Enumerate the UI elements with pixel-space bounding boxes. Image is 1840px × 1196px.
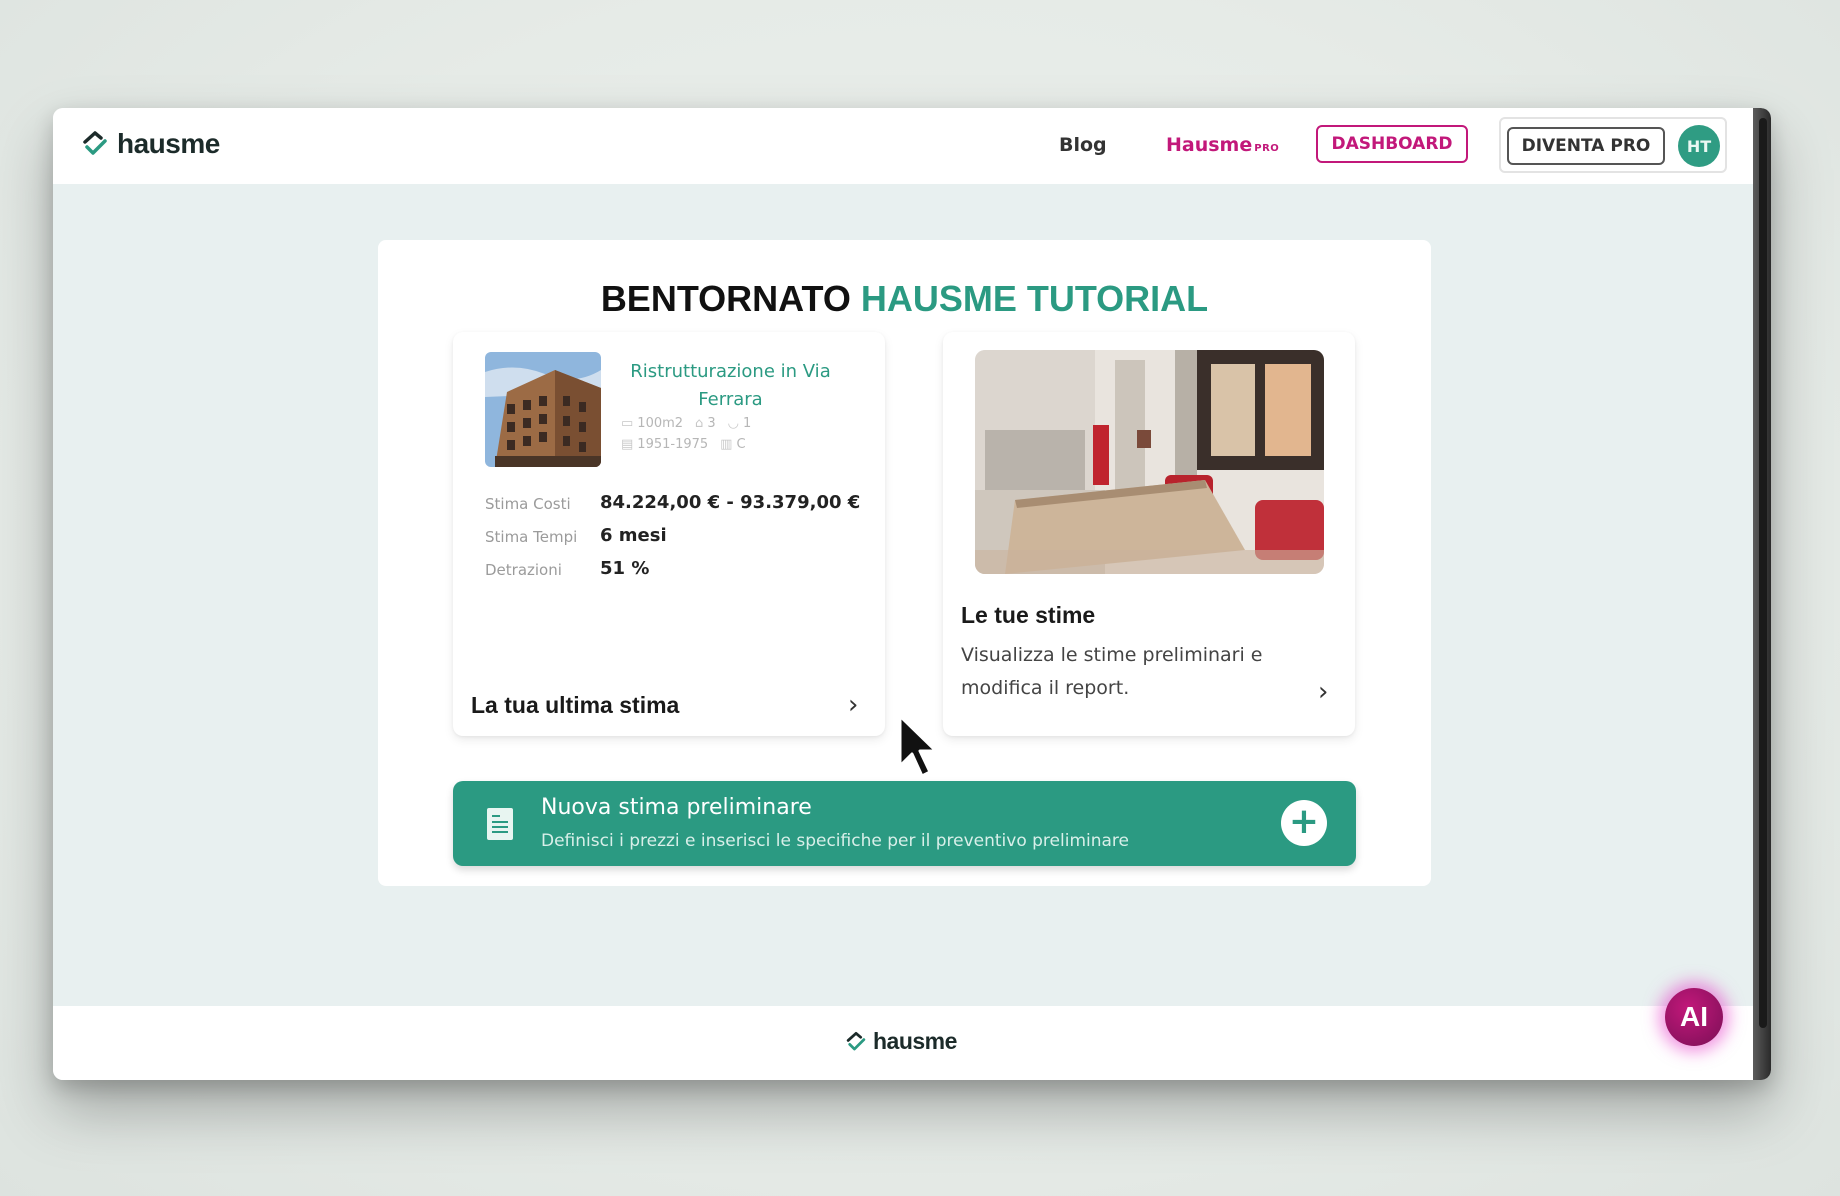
stat-label-costs: Stima Costi xyxy=(485,495,571,513)
header-logo[interactable]: hausme xyxy=(81,128,220,160)
bathtub-icon: ◡ xyxy=(727,416,739,431)
mouse-cursor-icon xyxy=(898,714,938,778)
new-estimate-button[interactable]: Nuova stima preliminare Definisci i prez… xyxy=(453,781,1356,866)
logo-text: hausme xyxy=(117,128,220,159)
years-value: 1951-1975 xyxy=(637,437,709,452)
energy-class-value: C xyxy=(736,437,746,452)
chevron-right-icon[interactable]: › xyxy=(848,690,858,720)
stat-value-costs: 84.224,00 € - 93.379,00 € xyxy=(600,492,861,513)
stat-value-deductions: 51 % xyxy=(600,558,650,579)
document-icon xyxy=(487,808,513,840)
your-estimates-description: Visualizza le stime preliminari e modifi… xyxy=(961,644,1263,699)
area-icon: ▭ xyxy=(621,416,634,431)
calendar-icon: ▤ xyxy=(621,437,634,452)
your-estimates-heading: Le tue stime xyxy=(961,602,1096,628)
building-icon: ▥ xyxy=(720,437,733,452)
welcome-panel: BENTORNATO HAUSME TUTORIAL Ristrutturazi… xyxy=(378,240,1431,886)
stat-label-deductions: Detrazioni xyxy=(485,561,562,579)
bathrooms-value: 1 xyxy=(742,416,752,431)
building-thumbnail xyxy=(485,352,601,467)
ai-assistant-button[interactable]: AI xyxy=(1665,988,1723,1046)
stat-value-time: 6 mesi xyxy=(600,525,667,546)
new-estimate-title: Nuova stima preliminare xyxy=(541,795,812,820)
last-estimate-link[interactable]: La tua ultima stima xyxy=(471,692,679,719)
nav-link-hausme-pro[interactable]: Hausme PRO xyxy=(1166,134,1279,156)
home-icon: ⌂ xyxy=(695,416,704,431)
project-title[interactable]: Ristrutturazione in Via Ferrara xyxy=(613,358,848,414)
stat-label-time: Stima Tempi xyxy=(485,528,578,546)
hausme-logo-icon xyxy=(83,131,107,155)
nav-link-hausme-pro-label: Hausme xyxy=(1166,134,1253,156)
user-avatar[interactable]: HT xyxy=(1678,125,1720,167)
footer: hausme xyxy=(53,1006,1753,1080)
page-title: BENTORNATO HAUSME TUTORIAL xyxy=(378,278,1431,320)
welcome-username: HAUSME TUTORIAL xyxy=(860,278,1209,319)
property-specs-row-1: ▭ 100m2 ⌂ 3 ◡ 1 xyxy=(621,416,751,431)
your-estimates-card[interactable]: Le tue stime Visualizza le stime prelimi… xyxy=(943,332,1355,736)
plus-icon[interactable]: + xyxy=(1281,800,1327,846)
dashboard-button[interactable]: DASHBOARD xyxy=(1316,125,1468,163)
footer-logo-text: hausme xyxy=(873,1028,957,1054)
become-pro-button[interactable]: DIVENTA PRO xyxy=(1507,127,1665,165)
top-navbar: hausme Blog Hausme PRO DASHBOARD DIVENTA … xyxy=(53,108,1753,184)
browser-window: hausme Blog Hausme PRO DASHBOARD DIVENTA … xyxy=(53,108,1771,1080)
property-specs-row-2: ▤ 1951-1975 ▥ C xyxy=(621,437,746,452)
scrollbar-thumb[interactable] xyxy=(1759,118,1767,1028)
hausme-logo-icon xyxy=(846,1031,866,1050)
window-edge xyxy=(1753,108,1771,1080)
area-value: 100m2 xyxy=(637,416,684,431)
last-estimate-card[interactable]: Ristrutturazione in Via Ferrara ▭ 100m2 ⌂… xyxy=(453,332,885,736)
nav-link-blog[interactable]: Blog xyxy=(1059,134,1107,156)
welcome-prefix: BENTORNATO xyxy=(600,278,851,319)
user-controls: DIVENTA PRO HT xyxy=(1499,117,1727,173)
living-room-image xyxy=(975,350,1324,574)
new-estimate-subtitle: Definisci i prezzi e inserisci le specif… xyxy=(541,831,1129,851)
rooms-value: 3 xyxy=(707,416,716,431)
pro-superscript: PRO xyxy=(1254,143,1280,154)
footer-logo[interactable]: hausme xyxy=(845,1028,957,1055)
chevron-right-icon[interactable]: › xyxy=(1318,677,1328,707)
